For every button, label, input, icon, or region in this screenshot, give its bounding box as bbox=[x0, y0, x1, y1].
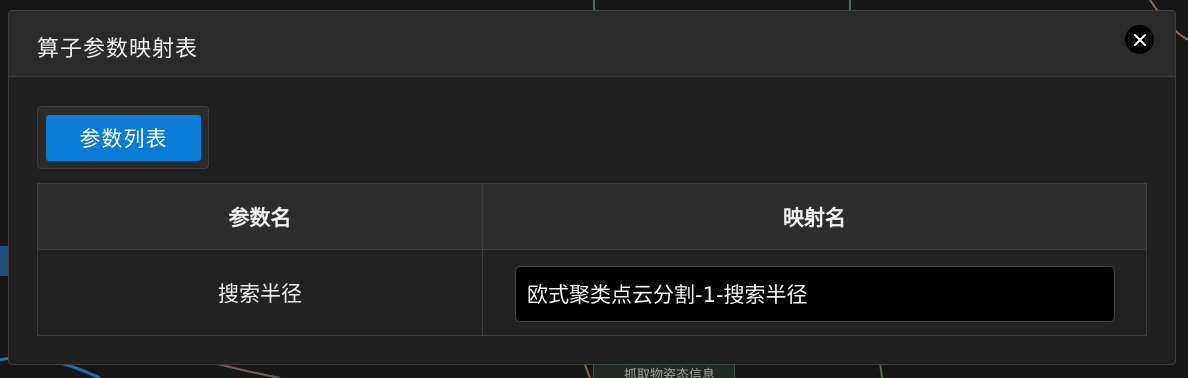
close-icon bbox=[1133, 33, 1146, 46]
mapping-name-cell bbox=[482, 250, 1146, 335]
table-header: 参数名 映射名 bbox=[38, 184, 1146, 250]
dialog-header: 算子参数映射表 bbox=[9, 11, 1175, 77]
table-row: 搜索半径 bbox=[38, 250, 1146, 335]
flow-node-label: 抓取物姿态信息 bbox=[624, 368, 716, 378]
param-mapping-table: 参数名 映射名 搜索半径 bbox=[37, 183, 1147, 336]
tab-group: 参数列表 bbox=[37, 106, 209, 169]
mapping-name-input[interactable] bbox=[515, 266, 1115, 322]
dialog-title: 算子参数映射表 bbox=[37, 37, 199, 62]
param-name-cell: 搜索半径 bbox=[218, 281, 302, 306]
column-header-mapping-name: 映射名 bbox=[482, 184, 1146, 249]
flow-node bbox=[0, 246, 8, 276]
column-header-param-name: 参数名 bbox=[228, 205, 292, 230]
close-button[interactable] bbox=[1125, 25, 1154, 54]
operator-param-mapping-dialog: 算子参数映射表 参数列表 参数名 映射名 搜索半径 bbox=[8, 10, 1176, 365]
tab-param-list[interactable]: 参数列表 bbox=[46, 115, 201, 161]
